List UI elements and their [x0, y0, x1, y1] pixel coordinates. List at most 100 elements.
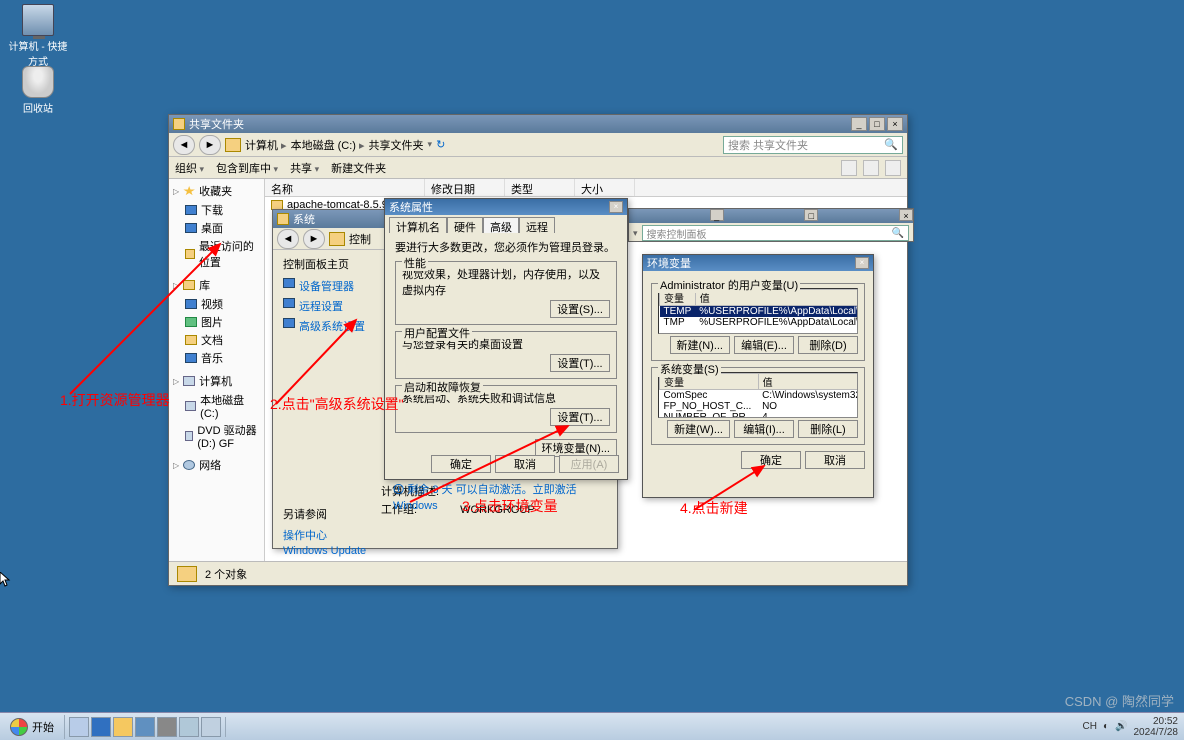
tab-remote[interactable]: 远程 [519, 217, 555, 233]
back-button[interactable]: ◄ [277, 229, 299, 249]
control-panel-home[interactable]: 控制面板主页 [273, 252, 377, 276]
device-manager-link[interactable]: 设备管理器 [273, 276, 377, 296]
search-icon: 🔍 [892, 228, 904, 239]
share-menu[interactable]: 共享 [290, 160, 319, 176]
userprof-settings-button[interactable]: 设置(T)... [550, 354, 610, 372]
forward-button[interactable]: ► [303, 229, 325, 249]
libraries-header[interactable]: 库 [173, 275, 260, 295]
desktop-icon-recycle[interactable]: 回收站 [8, 66, 68, 115]
action-center-link[interactable]: 操作中心 [273, 526, 377, 544]
cancel-button[interactable]: 取消 [495, 455, 555, 473]
window-title: 共享文件夹 [189, 116, 244, 132]
quick-launch-item[interactable] [179, 717, 199, 737]
tab-hardware[interactable]: 硬件 [447, 217, 483, 233]
breadcrumb[interactable]: 计算机 本地磁盘 (C:) 共享文件夹 [245, 137, 424, 153]
activate-link[interactable]: 🛈 剩余 3 天 可以自动激活。立即激活 Windows [393, 481, 617, 512]
maximize-button[interactable]: □ [804, 209, 818, 221]
favorites-header[interactable]: 收藏夹 [173, 181, 260, 201]
advanced-system-settings-link[interactable]: 高级系统设置 [273, 316, 377, 336]
include-menu[interactable]: 包含到库中 [216, 160, 278, 176]
start-button[interactable]: 开始 [0, 715, 65, 739]
close-button[interactable]: × [887, 117, 903, 131]
cp-titlebar[interactable]: _ □ × [629, 209, 913, 223]
column-headers[interactable]: 名称 修改日期 类型 大小 [265, 179, 907, 197]
ok-button[interactable]: 确定 [431, 455, 491, 473]
delete-button[interactable]: 删除(L) [798, 420, 858, 438]
tab-computer-name[interactable]: 计算机名 [389, 217, 447, 233]
desktop-icon-computer[interactable]: 计算机 - 快捷方式 [8, 4, 68, 68]
language-indicator[interactable]: CH [1083, 721, 1097, 732]
sidebar-item-recent[interactable]: 最近访问的位置 [173, 237, 260, 271]
col-size[interactable]: 大小 [575, 179, 635, 196]
organize-menu[interactable]: 组织 [175, 160, 204, 176]
remote-settings-link[interactable]: 远程设置 [273, 296, 377, 316]
sidebar-item-pictures[interactable]: 图片 [173, 313, 260, 331]
computer-header[interactable]: 计算机 [173, 371, 260, 391]
quick-launch-item[interactable] [135, 717, 155, 737]
close-button[interactable]: × [899, 209, 913, 221]
forward-button[interactable]: ► [199, 135, 221, 155]
dialog-title: 环境变量 [647, 255, 691, 271]
quick-launch-item[interactable] [113, 717, 133, 737]
perf-settings-button[interactable]: 设置(S)... [550, 300, 610, 318]
dialog-titlebar[interactable]: 环境变量 × [643, 255, 873, 271]
new-button[interactable]: 新建(N)... [670, 336, 730, 354]
sidebar-item-desktop[interactable]: 桌面 [173, 219, 260, 237]
startup-settings-button[interactable]: 设置(T)... [550, 408, 610, 426]
new-button[interactable]: 新建(W)... [667, 420, 730, 438]
table-row[interactable]: NUMBER_OF_PR...4 [660, 412, 859, 418]
search-input[interactable]: 搜索控制面板 🔍 [642, 225, 909, 241]
edit-button[interactable]: 编辑(I)... [734, 420, 794, 438]
chevron-down-icon[interactable]: ▾ [428, 139, 433, 150]
sidebar-item-dvd[interactable]: DVD 驱动器 (D:) GF [173, 421, 260, 451]
col-date[interactable]: 修改日期 [425, 179, 505, 196]
command-toolbar: 组织 包含到库中 共享 新建文件夹 [169, 157, 907, 179]
maximize-button[interactable]: □ [869, 117, 885, 131]
tray-icon[interactable]: 🔊 [1115, 721, 1127, 732]
back-button[interactable]: ◄ [173, 135, 195, 155]
quick-launch-item[interactable] [91, 717, 111, 737]
sidebar-item-docs[interactable]: 文档 [173, 331, 260, 349]
table-row[interactable]: FP_NO_HOST_C...NO [660, 401, 859, 412]
ok-button[interactable]: 确定 [741, 451, 801, 469]
sidebar-item-videos[interactable]: 视频 [173, 295, 260, 313]
new-folder-button[interactable]: 新建文件夹 [331, 160, 386, 176]
sidebar-item-music[interactable]: 音乐 [173, 349, 260, 367]
network-header[interactable]: 网络 [173, 455, 260, 475]
preview-button[interactable] [863, 160, 879, 176]
table-row[interactable]: TEMP%USERPROFILE%\AppData\Local\Temp [660, 306, 859, 318]
quick-launch-item[interactable] [201, 717, 221, 737]
help-button[interactable] [885, 160, 901, 176]
col-name[interactable]: 名称 [265, 179, 425, 196]
table-row[interactable]: ComSpecC:\Windows\system32\cmd.exe [660, 390, 859, 402]
edit-button[interactable]: 编辑(E)... [734, 336, 794, 354]
windows-update-link[interactable]: Windows Update [273, 544, 377, 558]
quick-launch-item[interactable] [157, 717, 177, 737]
sidebar-item-cdrive[interactable]: 本地磁盘 (C:) [173, 391, 260, 421]
search-input[interactable]: 搜索 共享文件夹 🔍 [723, 136, 903, 154]
quick-launch-item[interactable] [69, 717, 89, 737]
close-button[interactable]: × [855, 257, 869, 269]
system-vars-list[interactable]: 变量值 ComSpecC:\Windows\system32\cmd.exe F… [658, 372, 858, 418]
minimize-button[interactable]: _ [710, 209, 724, 221]
table-row[interactable]: TMP%USERPROFILE%\AppData\Local\Temp [660, 317, 859, 328]
col-type[interactable]: 类型 [505, 179, 575, 196]
refresh-button[interactable]: ↻ [436, 138, 445, 151]
explorer-titlebar[interactable]: 共享文件夹 _ □ × [169, 115, 907, 133]
control-panel-icon [329, 232, 345, 246]
dialog-titlebar[interactable]: 系统属性 × [385, 199, 627, 215]
apply-button[interactable]: 应用(A) [559, 455, 619, 473]
delete-button[interactable]: 删除(D) [798, 336, 858, 354]
sidebar-item-downloads[interactable]: 下载 [173, 201, 260, 219]
view-button[interactable] [841, 160, 857, 176]
user-vars-list[interactable]: 变量值 TEMP%USERPROFILE%\AppData\Local\Temp… [658, 288, 858, 334]
tray-icon[interactable]: ◐ [1103, 721, 1109, 732]
chevron-down-icon[interactable]: ▾ [633, 228, 638, 239]
clock[interactable]: 20:52 2024/7/28 [1134, 716, 1179, 738]
minimize-button[interactable]: _ [851, 117, 867, 131]
quick-launch [65, 717, 226, 737]
cancel-button[interactable]: 取消 [805, 451, 865, 469]
tab-advanced[interactable]: 高级 [483, 217, 519, 233]
system-tray[interactable]: CH ◐ 🔊 20:52 2024/7/28 [1077, 716, 1184, 738]
close-button[interactable]: × [609, 201, 623, 213]
